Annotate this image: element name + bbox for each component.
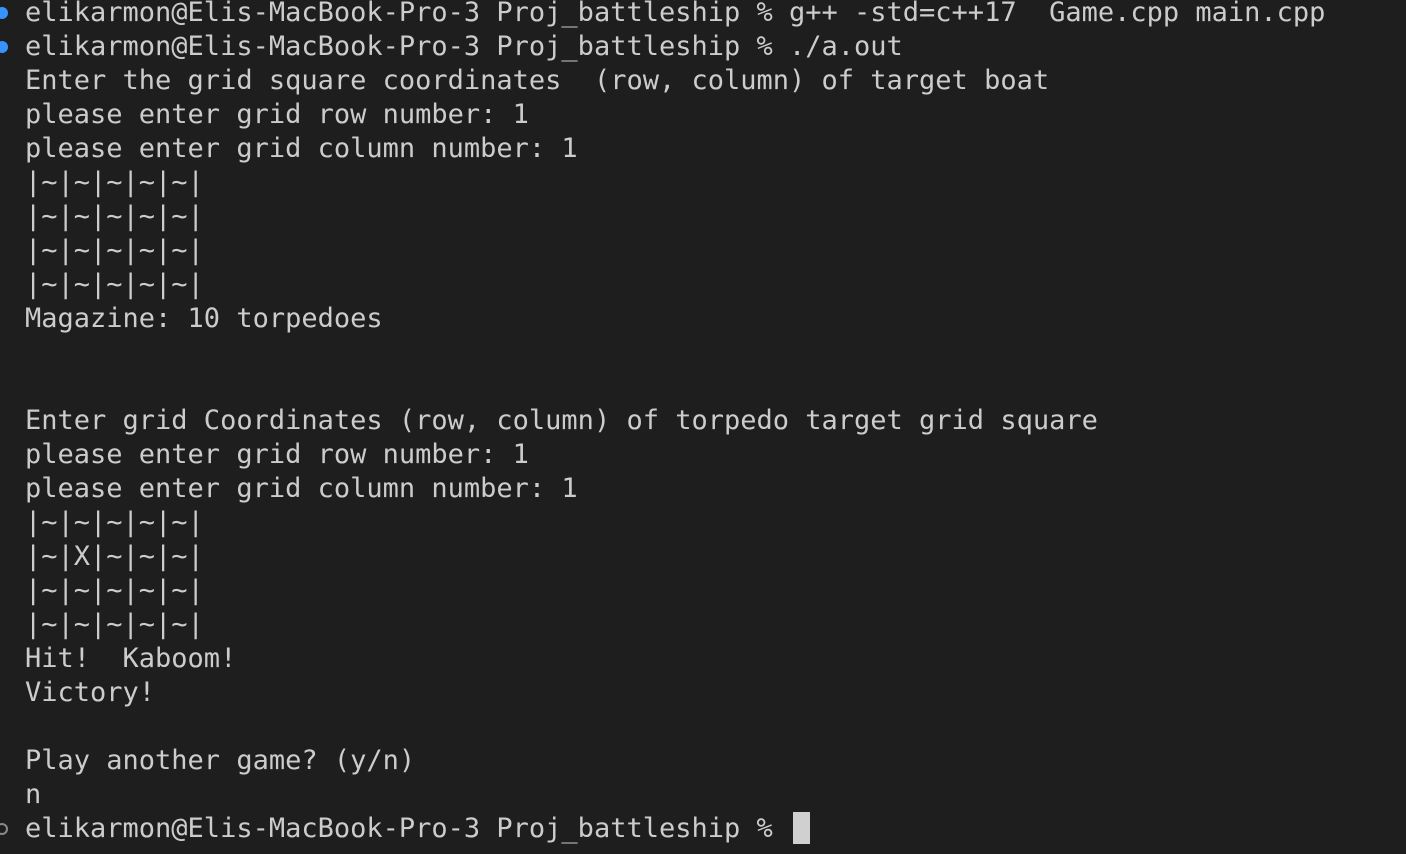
- command-success-decoration-icon[interactable]: [0, 7, 8, 19]
- terminal-line: n: [25, 779, 42, 810]
- terminal-line: Victory!: [25, 677, 156, 708]
- terminal-cursor: [793, 812, 811, 844]
- grid-row: |~|~|~|~|~|: [25, 575, 204, 606]
- prompt-text: elikarmon@Elis-MacBook-Pro-3 Proj_battle…: [25, 813, 790, 844]
- grid-row: |~|X|~|~|~|: [25, 541, 204, 572]
- terminal-line: elikarmon@Elis-MacBook-Pro-3 Proj_battle…: [0, 30, 1406, 64]
- grid-row: |~|~|~|~|~|: [25, 269, 204, 300]
- terminal-line: Magazine: 10 torpedoes: [25, 303, 383, 334]
- terminal-line: please enter grid row number: 1: [25, 99, 529, 130]
- terminal-line: Hit! Kaboom!: [25, 643, 237, 674]
- terminal-panel[interactable]: elikarmon@Elis-MacBook-Pro-3 Proj_battle…: [0, 0, 1406, 854]
- terminal-prompt-line[interactable]: elikarmon@Elis-MacBook-Pro-3 Proj_battle…: [0, 812, 1406, 846]
- command-text: elikarmon@Elis-MacBook-Pro-3 Proj_battle…: [25, 31, 903, 62]
- command-pending-decoration-icon[interactable]: [0, 823, 8, 835]
- grid-row: |~|~|~|~|~|: [25, 201, 204, 232]
- terminal-line: please enter grid column number: 1: [25, 473, 578, 504]
- command-text: elikarmon@Elis-MacBook-Pro-3 Proj_battle…: [25, 0, 1326, 28]
- terminal-line: Enter the grid square coordinates (row, …: [25, 65, 1050, 96]
- command-success-decoration-icon[interactable]: [0, 41, 8, 53]
- terminal-line: please enter grid row number: 1: [25, 439, 529, 470]
- grid-row: |~|~|~|~|~|: [25, 235, 204, 266]
- terminal-line: please enter grid column number: 1: [25, 133, 578, 164]
- terminal-line: elikarmon@Elis-MacBook-Pro-3 Proj_battle…: [0, 0, 1406, 30]
- grid-row: |~|~|~|~|~|: [25, 167, 204, 198]
- grid-row: |~|~|~|~|~|: [25, 507, 204, 538]
- terminal-line: Play another game? (y/n): [25, 745, 416, 776]
- grid-row: |~|~|~|~|~|: [25, 609, 204, 640]
- terminal-output[interactable]: elikarmon@Elis-MacBook-Pro-3 Proj_battle…: [0, 0, 1406, 846]
- terminal-line: Enter grid Coordinates (row, column) of …: [25, 405, 1098, 436]
